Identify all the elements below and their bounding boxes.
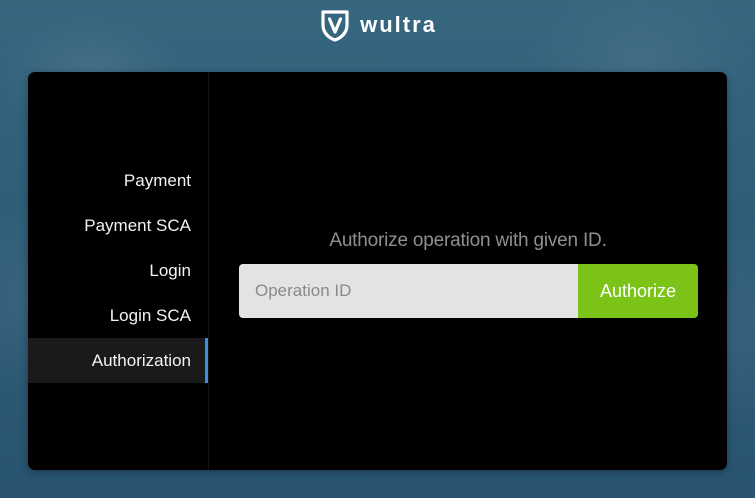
sidebar-item-authorization[interactable]: Authorization	[28, 338, 208, 383]
sidebar-item-payment-sca[interactable]: Payment SCA	[28, 203, 208, 248]
brand-name: wultra	[360, 12, 437, 37]
wultra-shield-icon	[321, 10, 349, 42]
sidebar: Payment Payment SCA Login Login SCA Auth…	[28, 72, 209, 470]
authorization-form: Authorize	[239, 264, 698, 318]
main-card: Payment Payment SCA Login Login SCA Auth…	[28, 72, 727, 470]
wultra-logo: wultra	[0, 8, 755, 42]
authorize-button[interactable]: Authorize	[578, 264, 698, 318]
sidebar-item-login-sca[interactable]: Login SCA	[28, 293, 208, 338]
sidebar-menu: Payment Payment SCA Login Login SCA Auth…	[28, 158, 208, 383]
sidebar-item-payment[interactable]: Payment	[28, 158, 208, 203]
operation-id-input[interactable]	[239, 264, 578, 318]
sidebar-item-login[interactable]: Login	[28, 248, 208, 293]
authorization-panel: Authorize operation with given ID. Autho…	[209, 72, 727, 470]
authorization-prompt: Authorize operation with given ID.	[329, 230, 607, 251]
